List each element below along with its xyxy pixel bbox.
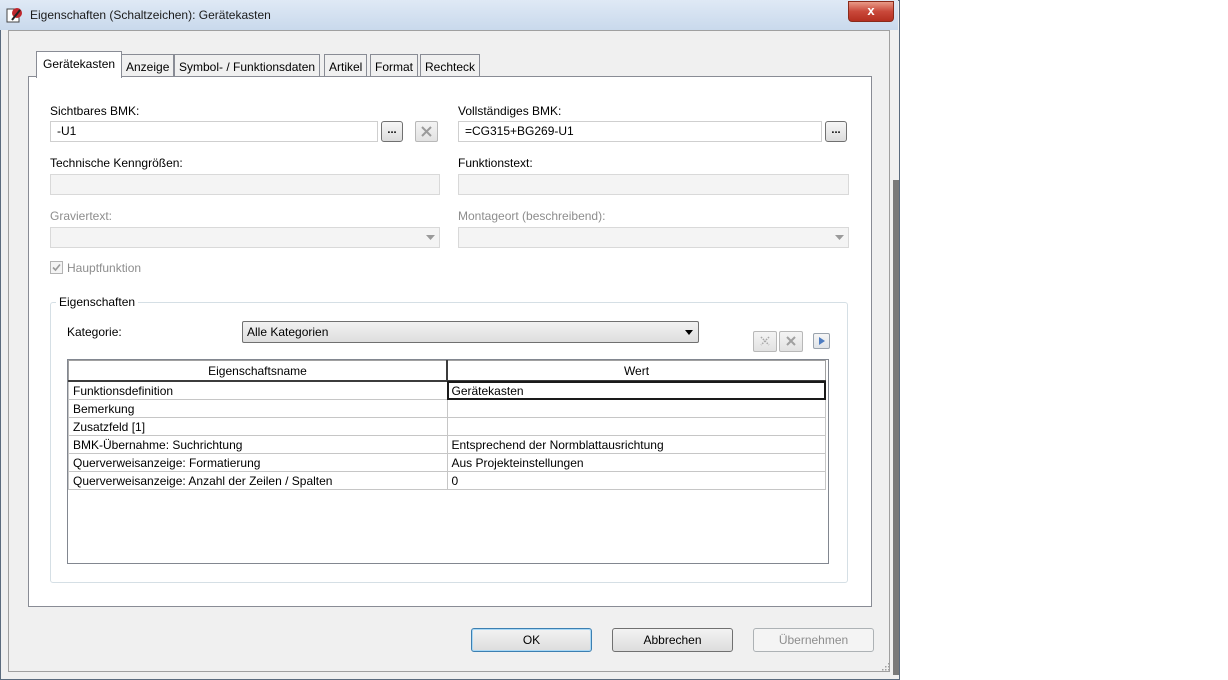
- property-value-cell[interactable]: Aus Projekteinstellungen: [446, 453, 826, 472]
- property-name-cell[interactable]: Bemerkung: [68, 399, 448, 418]
- cancel-button[interactable]: Abbrechen: [612, 628, 733, 652]
- technische-kenngroessen-label: Technische Kenngrößen:: [50, 156, 183, 170]
- close-button[interactable]: x: [848, 1, 894, 22]
- kategorie-select[interactable]: Alle Kategorien: [242, 321, 699, 343]
- eigenschaften-group-title: Eigenschaften: [56, 295, 139, 309]
- dotted-x-icon: [760, 336, 770, 346]
- tab-format[interactable]: Format: [370, 54, 419, 76]
- property-name-cell[interactable]: Querverweisanzeige: Formatierung: [68, 453, 448, 472]
- chevron-down-icon: [685, 330, 693, 335]
- tab-rechteck[interactable]: Rechteck: [420, 54, 481, 76]
- property-value-cell[interactable]: Gerätekasten: [446, 380, 826, 400]
- table-row[interactable]: BMK-Übernahme: Suchrichtung Entsprechend…: [68, 435, 826, 454]
- tab-geraetekasten[interactable]: Gerätekasten: [36, 51, 123, 78]
- graviertext-label: Graviertext:: [50, 209, 113, 223]
- delete-property-button: [753, 331, 777, 352]
- resize-grip-icon[interactable]: [880, 660, 890, 671]
- ok-button[interactable]: OK: [471, 628, 592, 652]
- delete-x-icon: [421, 126, 432, 137]
- property-value-cell[interactable]: 0: [446, 471, 826, 490]
- table-row[interactable]: Funktionsdefinition Gerätekasten: [68, 380, 826, 400]
- column-header-wert[interactable]: Wert: [446, 360, 826, 382]
- checkmark-icon: [52, 263, 61, 272]
- property-name-cell[interactable]: Funktionsdefinition: [68, 380, 448, 400]
- table-row[interactable]: Querverweisanzeige: Anzahl der Zeilen / …: [68, 471, 826, 490]
- clear-bmk-button: [415, 121, 438, 142]
- sichtbares-bmk-label: Sichtbares BMK:: [50, 104, 140, 118]
- hauptfunktion-label: Hauptfunktion: [67, 261, 142, 275]
- sichtbares-bmk-input[interactable]: -U1: [50, 121, 378, 142]
- window-edge: [893, 180, 899, 675]
- delete-all-properties-button: [779, 331, 803, 352]
- property-value-cell[interactable]: [446, 399, 826, 418]
- kategorie-value: Alle Kategorien: [247, 325, 329, 339]
- vollstaendiges-bmk-input[interactable]: =CG315+BG269-U1: [458, 121, 822, 142]
- graviertext-combobox[interactable]: [50, 227, 440, 248]
- funktionstext-input[interactable]: [458, 174, 849, 195]
- chevron-down-icon: [835, 235, 844, 240]
- app-icon: [6, 6, 24, 24]
- hauptfunktion-checkbox[interactable]: [50, 261, 63, 274]
- properties-grid: Eigenschaftsname Wert Funktionsdefinitio…: [67, 359, 829, 564]
- property-name-cell[interactable]: Querverweisanzeige: Anzahl der Zeilen / …: [68, 471, 448, 490]
- play-right-icon: [819, 337, 825, 345]
- property-value-cell[interactable]: [446, 417, 826, 436]
- delete-x-icon: [786, 336, 796, 346]
- table-row[interactable]: Zusatzfeld [1]: [68, 417, 826, 436]
- vollstaendiges-bmk-label: Vollständiges BMK:: [458, 104, 562, 118]
- window-title: Eigenschaften (Schaltzeichen): Gerätekas…: [30, 8, 271, 22]
- vollstaendiges-bmk-browse-button[interactable]: ...: [825, 121, 847, 142]
- kategorie-label: Kategorie:: [67, 325, 122, 339]
- property-name-cell[interactable]: BMK-Übernahme: Suchrichtung: [68, 435, 448, 454]
- table-row[interactable]: Querverweisanzeige: Formatierung Aus Pro…: [68, 453, 826, 472]
- chevron-down-icon: [426, 235, 435, 240]
- property-name-cell[interactable]: Zusatzfeld [1]: [68, 417, 448, 436]
- expand-button[interactable]: [813, 333, 830, 349]
- funktionstext-label: Funktionstext:: [458, 156, 533, 170]
- close-icon: x: [867, 3, 875, 18]
- tab-artikel[interactable]: Artikel: [324, 54, 368, 76]
- tab-anzeige[interactable]: Anzeige: [121, 54, 175, 76]
- montageort-combobox[interactable]: [458, 227, 849, 248]
- table-row[interactable]: Bemerkung: [68, 399, 826, 418]
- sichtbares-bmk-browse-button[interactable]: ...: [381, 121, 403, 142]
- technische-kenngroessen-input[interactable]: [50, 174, 440, 195]
- column-header-eigenschaftsname[interactable]: Eigenschaftsname: [68, 360, 448, 382]
- apply-button[interactable]: Übernehmen: [753, 628, 874, 652]
- tab-symbol-funktionsdaten[interactable]: Symbol- / Funktionsdaten: [174, 54, 321, 76]
- property-value-cell[interactable]: Entsprechend der Normblattausrichtung: [446, 435, 826, 454]
- montageort-label: Montageort (beschreibend):: [458, 209, 606, 223]
